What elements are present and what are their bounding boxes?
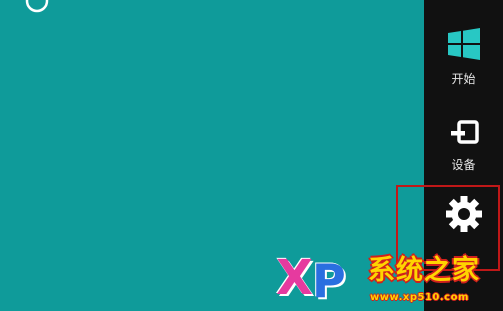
watermark-url: www.xp510.com (370, 292, 469, 303)
watermark-logo-p: P (312, 254, 346, 308)
charm-devices-label: 设备 (451, 158, 476, 172)
windows-logo-icon (447, 28, 480, 60)
loading-spinner-icon (25, 0, 49, 13)
devices-icon (450, 120, 479, 144)
watermark-logo-x: X (276, 250, 314, 306)
watermark-site-name: 系统之家 (368, 255, 480, 286)
screen: 开始 设备 X P 系统之家 www.xp510.com (0, 0, 503, 311)
charm-start[interactable]: 开始 (424, 24, 503, 104)
charm-start-label: 开始 (451, 72, 476, 86)
site-watermark: X P 系统之家 www.xp510.com (276, 254, 503, 311)
